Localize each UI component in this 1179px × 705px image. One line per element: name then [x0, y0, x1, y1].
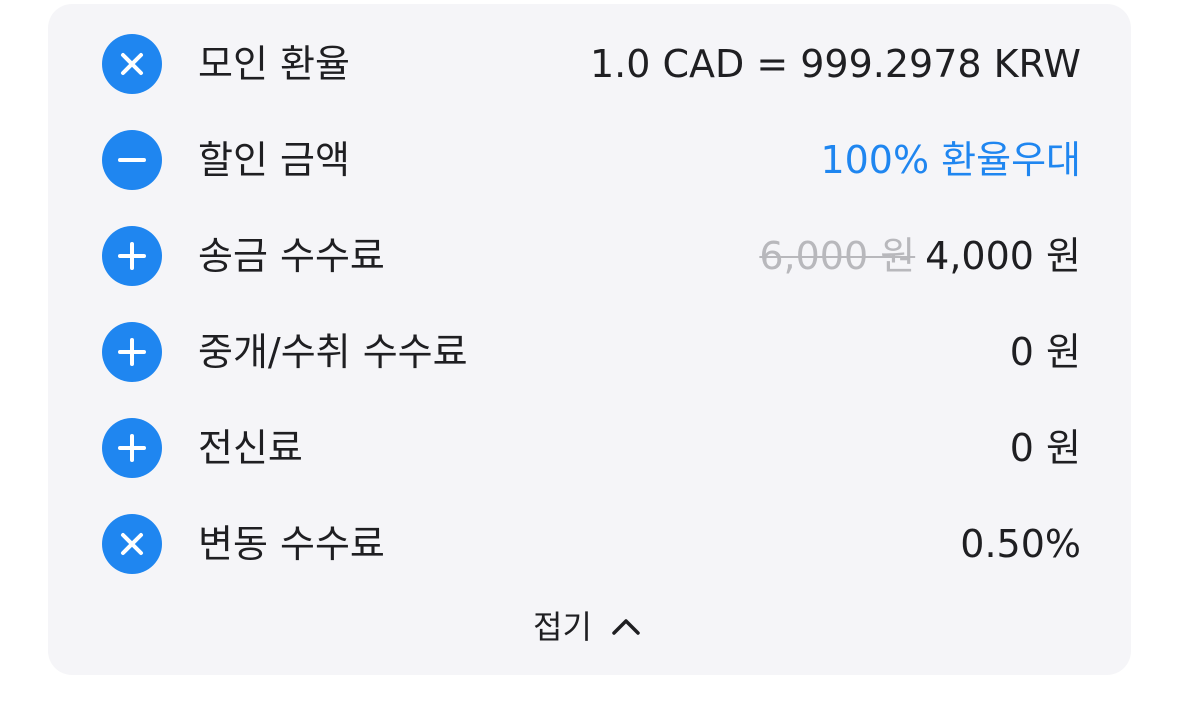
- fee-row-label: 변동 수수료: [198, 522, 385, 566]
- collapse-button[interactable]: 접기: [48, 602, 1131, 652]
- fee-row-discount: 할인 금액 100% 환율우대: [48, 128, 1131, 192]
- minus-icon: [102, 130, 162, 190]
- original-price: 6,000 원: [759, 234, 916, 278]
- multiply-icon: [102, 514, 162, 574]
- plus-icon: [102, 226, 162, 286]
- collapse-label: 접기: [533, 608, 592, 646]
- fee-row-value: 0 원: [1009, 330, 1081, 374]
- fee-row-exchange-rate: 모인 환율 1.0 CAD = 999.2978 KRW: [48, 32, 1131, 96]
- fee-row-label: 송금 수수료: [198, 234, 385, 278]
- fee-row-label: 모인 환율: [198, 42, 350, 86]
- plus-icon: [102, 322, 162, 382]
- fee-breakdown-card: 모인 환율 1.0 CAD = 999.2978 KRW 할인 금액 100% …: [48, 4, 1131, 675]
- fee-row-remittance-fee: 송금 수수료 6,000 원 4,000 원: [48, 224, 1131, 288]
- plus-icon: [102, 418, 162, 478]
- fee-row-value: 0 원: [1009, 426, 1081, 470]
- fee-row-label: 전신료: [198, 426, 303, 470]
- fee-row-value: 1.0 CAD = 999.2978 KRW: [589, 42, 1081, 86]
- fee-row-value: 100% 환율우대: [820, 138, 1081, 182]
- fee-row-intermediary-fee: 중개/수취 수수료 0 원: [48, 320, 1131, 384]
- fee-row-label: 중개/수취 수수료: [198, 330, 468, 374]
- multiply-icon: [102, 34, 162, 94]
- fee-row-variable-fee: 변동 수수료 0.50%: [48, 512, 1131, 576]
- fee-row-label: 할인 금액: [198, 138, 350, 182]
- fee-row-value: 4,000 원: [925, 234, 1081, 278]
- fee-row-telegraph-fee: 전신료 0 원: [48, 416, 1131, 480]
- chevron-up-icon: [612, 619, 640, 635]
- fee-row-value-group: 6,000 원 4,000 원: [759, 224, 1081, 288]
- fee-row-value: 0.50%: [960, 522, 1081, 566]
